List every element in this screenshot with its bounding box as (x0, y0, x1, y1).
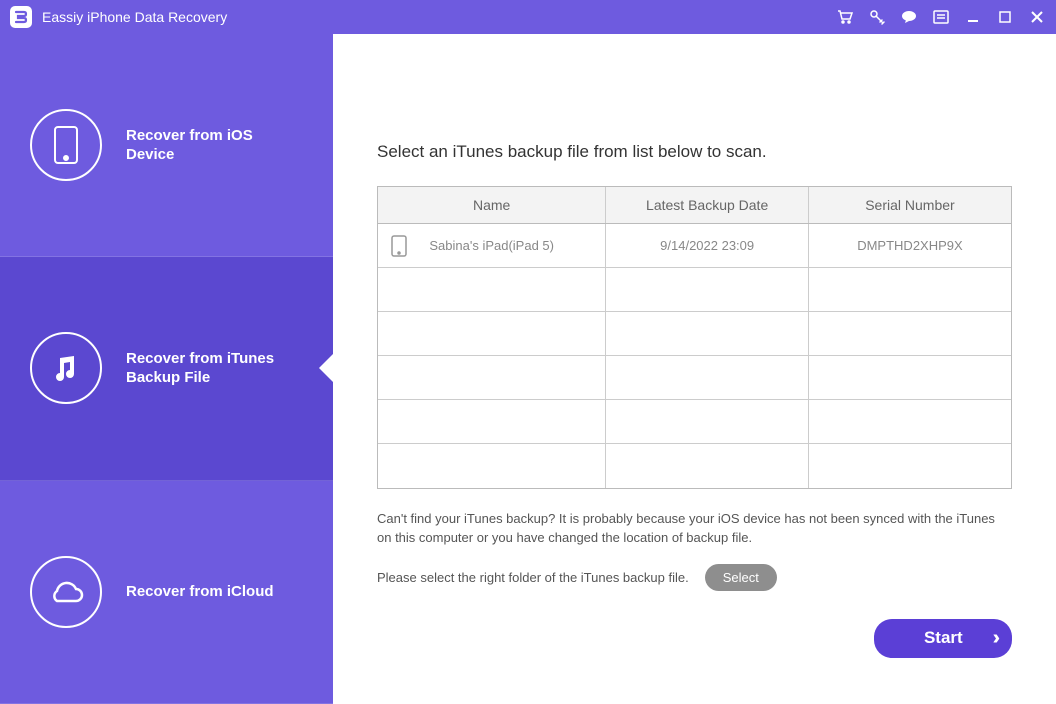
sidebar: Recover from iOS Device Recover from iTu… (0, 34, 333, 704)
table-row-empty[interactable] (378, 444, 1011, 488)
sidebar-item-icloud[interactable]: Recover from iCloud (0, 481, 333, 704)
cell-name: Sabina's iPad(iPad 5) (429, 238, 554, 253)
app-logo (10, 6, 32, 28)
start-button-label: Start (924, 628, 963, 648)
col-header-name: Name (378, 187, 606, 224)
app-title: Eassiy iPhone Data Recovery (42, 9, 836, 25)
titlebar: Eassiy iPhone Data Recovery (0, 0, 1056, 34)
sidebar-item-label: Recover from iTunes Backup File (126, 349, 286, 388)
table-row-empty[interactable] (378, 312, 1011, 356)
table-row-empty[interactable] (378, 400, 1011, 444)
chat-icon[interactable] (900, 8, 918, 26)
music-note-icon (30, 332, 102, 404)
key-icon[interactable] (868, 8, 886, 26)
titlebar-icons (836, 8, 1046, 26)
col-header-serial: Serial Number (808, 187, 1011, 224)
ipad-icon (390, 235, 408, 257)
close-icon[interactable] (1028, 8, 1046, 26)
cell-serial: DMPTHD2XHP9X (808, 224, 1011, 268)
backup-table: Name Latest Backup Date Serial Number S (378, 187, 1011, 488)
minimize-icon[interactable] (964, 8, 982, 26)
table-row-empty[interactable] (378, 268, 1011, 312)
menu-icon[interactable] (932, 8, 950, 26)
chevron-right-icon: ›› (993, 627, 994, 650)
help-text-2: Please select the right folder of the iT… (377, 570, 689, 585)
help-text-1: Can't find your iTunes backup? It is pro… (377, 509, 1012, 548)
table-row[interactable]: Sabina's iPad(iPad 5) 9/14/2022 23:09 DM… (378, 224, 1011, 268)
cell-date: 9/14/2022 23:09 (606, 224, 809, 268)
maximize-icon[interactable] (996, 8, 1014, 26)
select-button[interactable]: Select (705, 564, 777, 591)
col-header-date: Latest Backup Date (606, 187, 809, 224)
sidebar-item-label: Recover from iCloud (126, 582, 274, 602)
sidebar-item-ios-device[interactable]: Recover from iOS Device (0, 34, 333, 257)
content-area: Select an iTunes backup file from list b… (333, 34, 1056, 704)
cart-icon[interactable] (836, 8, 854, 26)
sidebar-item-label: Recover from iOS Device (126, 126, 286, 165)
sidebar-item-itunes-backup[interactable]: Recover from iTunes Backup File (0, 257, 333, 480)
content-heading: Select an iTunes backup file from list b… (377, 84, 1012, 162)
cloud-icon (30, 556, 102, 628)
table-row-empty[interactable] (378, 356, 1011, 400)
phone-icon (30, 109, 102, 181)
start-button[interactable]: Start ›› (874, 619, 1012, 658)
